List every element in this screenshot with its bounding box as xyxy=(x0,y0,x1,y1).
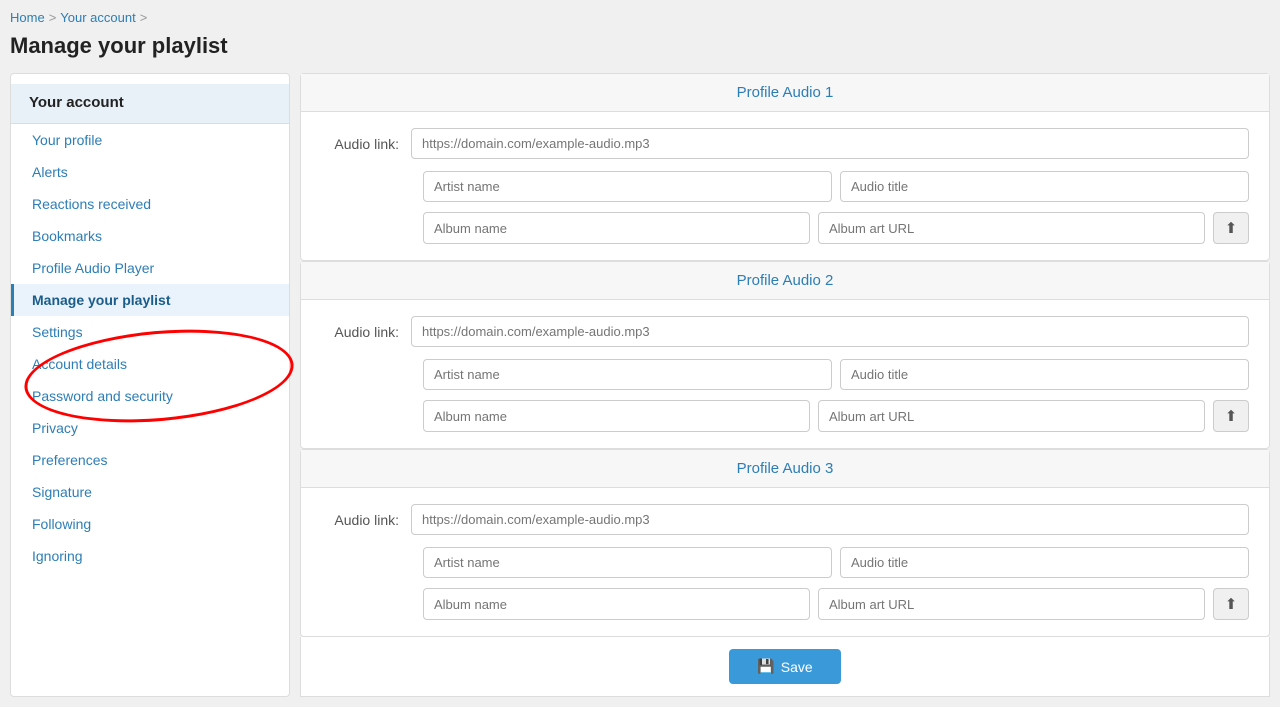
sidebar-item-ignoring[interactable]: Ignoring xyxy=(11,540,289,572)
save-bar: 💾 Save xyxy=(300,637,1270,697)
audio-section-3: Profile Audio 3 Audio link: ⬆ xyxy=(300,449,1270,637)
audio-title-input-1[interactable] xyxy=(840,171,1249,202)
artist-title-row-3 xyxy=(423,547,1249,578)
sidebar-item-password-and-security[interactable]: Password and security xyxy=(11,380,289,412)
audio-section-2: Profile Audio 2 Audio link: ⬆ xyxy=(300,261,1270,449)
audio-section-body-3: Audio link: ⬆ xyxy=(301,488,1269,636)
sidebar: Your account Your profileAlertsReactions… xyxy=(10,73,290,697)
sidebar-item-profile-audio-player[interactable]: Profile Audio Player xyxy=(11,252,289,284)
audio-link-label-3: Audio link: xyxy=(321,512,411,528)
album-name-input-1[interactable] xyxy=(423,212,810,244)
breadcrumb-sep1: > xyxy=(49,10,57,25)
artist-title-row-2 xyxy=(423,359,1249,390)
audio-section-body-1: Audio link: ⬆ xyxy=(301,112,1269,260)
save-icon: 💾 xyxy=(757,658,774,675)
artist-name-input-2[interactable] xyxy=(423,359,832,390)
audio-link-row-2: Audio link: xyxy=(321,316,1249,347)
sidebar-item-settings[interactable]: Settings xyxy=(11,316,289,348)
audio-link-row-3: Audio link: xyxy=(321,504,1249,535)
audio-section-body-2: Audio link: ⬆ xyxy=(301,300,1269,448)
sidebar-item-reactions-received[interactable]: Reactions received xyxy=(11,188,289,220)
album-row-1: ⬆ xyxy=(423,212,1249,244)
sidebar-item-signature[interactable]: Signature xyxy=(11,476,289,508)
sidebar-item-alerts[interactable]: Alerts xyxy=(11,156,289,188)
album-art-url-input-1[interactable] xyxy=(818,212,1205,244)
upload-art-button-3[interactable]: ⬆ xyxy=(1213,588,1249,620)
sidebar-section-title: Your account xyxy=(11,84,289,124)
breadcrumb-account[interactable]: Your account xyxy=(60,10,135,25)
audio-link-label-2: Audio link: xyxy=(321,324,411,340)
artist-name-input-3[interactable] xyxy=(423,547,832,578)
audio-section-header-3: Profile Audio 3 xyxy=(301,450,1269,488)
album-art-url-input-3[interactable] xyxy=(818,588,1205,620)
save-button[interactable]: 💾 Save xyxy=(729,649,840,684)
sidebar-item-your-profile[interactable]: Your profile xyxy=(11,124,289,156)
sidebar-item-bookmarks[interactable]: Bookmarks xyxy=(11,220,289,252)
audio-link-input-1[interactable] xyxy=(411,128,1249,159)
artist-name-input-1[interactable] xyxy=(423,171,832,202)
upload-art-button-2[interactable]: ⬆ xyxy=(1213,400,1249,432)
album-row-3: ⬆ xyxy=(423,588,1249,620)
album-name-input-3[interactable] xyxy=(423,588,810,620)
sidebar-item-following[interactable]: Following xyxy=(11,508,289,540)
audio-link-input-2[interactable] xyxy=(411,316,1249,347)
audio-section-header-2: Profile Audio 2 xyxy=(301,262,1269,300)
page-title: Manage your playlist xyxy=(10,33,1270,59)
main-content: Profile Audio 1 Audio link: ⬆ Profile Au… xyxy=(300,73,1270,697)
audio-link-label-1: Audio link: xyxy=(321,136,411,152)
sidebar-item-preferences[interactable]: Preferences xyxy=(11,444,289,476)
artist-title-row-1 xyxy=(423,171,1249,202)
audio-section-1: Profile Audio 1 Audio link: ⬆ xyxy=(300,73,1270,261)
album-name-input-2[interactable] xyxy=(423,400,810,432)
sidebar-item-account-details[interactable]: Account details xyxy=(11,348,289,380)
breadcrumb-sep2: > xyxy=(140,10,148,25)
album-row-2: ⬆ xyxy=(423,400,1249,432)
breadcrumb-home[interactable]: Home xyxy=(10,10,45,25)
audio-title-input-3[interactable] xyxy=(840,547,1249,578)
audio-link-row-1: Audio link: xyxy=(321,128,1249,159)
sidebar-item-manage-your-playlist[interactable]: Manage your playlist xyxy=(11,284,289,316)
breadcrumb: Home > Your account > xyxy=(10,10,1270,25)
sidebar-item-privacy[interactable]: Privacy xyxy=(11,412,289,444)
audio-title-input-2[interactable] xyxy=(840,359,1249,390)
audio-section-header-1: Profile Audio 1 xyxy=(301,74,1269,112)
album-art-url-input-2[interactable] xyxy=(818,400,1205,432)
audio-link-input-3[interactable] xyxy=(411,504,1249,535)
upload-art-button-1[interactable]: ⬆ xyxy=(1213,212,1249,244)
save-label: Save xyxy=(781,659,813,675)
